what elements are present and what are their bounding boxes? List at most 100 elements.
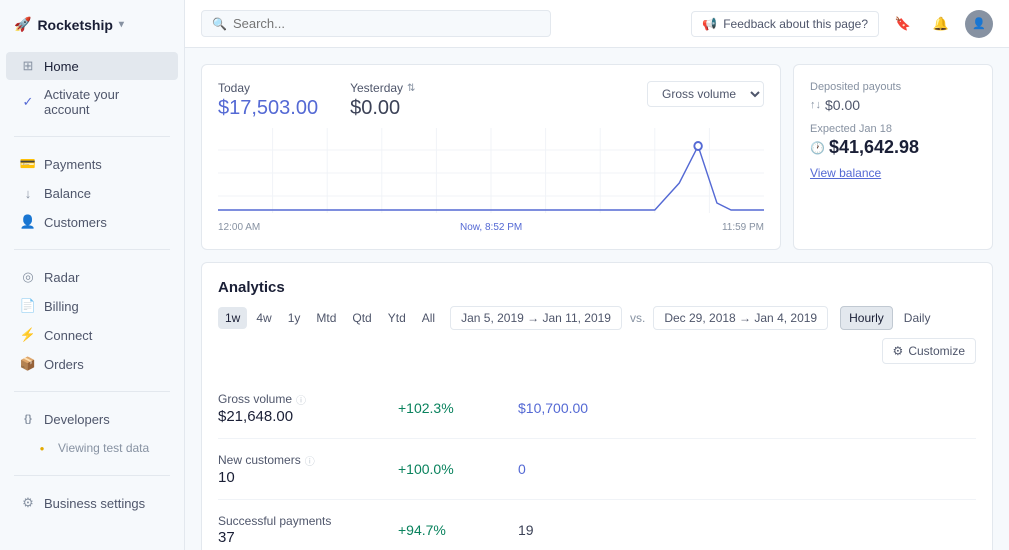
feedback-label: Feedback about this page? [723,17,868,31]
sidebar-label-home: Home [44,59,79,74]
hourly-button[interactable]: Hourly [840,306,893,330]
bookmarks-icon[interactable]: 🔖 [889,10,917,38]
analytics-row: Gross volume ⓘ $21,648.00 +102.3% $10,70… [218,378,976,439]
ar-compare-val-2: 19 [518,522,648,538]
sidebar: 🚀 Rocketship ▾ ⊞ Home ✓ Activate your ac… [0,0,185,550]
clock-icon: 🕐 [810,141,825,155]
balance-icon: ↓ [20,185,36,201]
payout-arrow-icon: ↑↓ [810,99,821,111]
analytics-rows: Gross volume ⓘ $21,648.00 +102.3% $10,70… [218,378,976,550]
ar-name-1: New customers ⓘ [218,453,398,468]
sidebar-item-orders[interactable]: 📦 Orders [6,350,178,378]
sidebar-item-connect[interactable]: ⚡ Connect [6,321,178,349]
search-box[interactable]: 🔍 [201,10,551,37]
header: 🔍 📢 Feedback about this page? 🔖 🔔 👤 [185,0,1009,48]
time-filter-qtd[interactable]: Qtd [345,307,378,329]
avatar[interactable]: 👤 [965,10,993,38]
ar-change-1: +100.0% [398,461,518,477]
sidebar-label-balance: Balance [44,186,91,201]
sidebar-section-dev: {} Developers ● Viewing test data [0,400,184,467]
app-logo[interactable]: 🚀 Rocketship ▾ [0,10,184,47]
ar-change-2: +94.7% [398,522,518,538]
payout-value: ↑↓ $0.00 [810,97,976,113]
ar-value-2: 37 [218,529,398,546]
app-name: Rocketship [37,17,112,33]
ar-compare-1: 0 [518,461,648,477]
sidebar-section-tools: ◎ Radar 📄 Billing ⚡ Connect 📦 Orders [0,258,184,383]
info-icon[interactable]: ⓘ [296,392,306,407]
sidebar-section-payments: 💳 Payments ↓ Balance 👤 Customers [0,145,184,241]
search-input[interactable] [233,16,540,31]
sidebar-item-billing[interactable]: 📄 Billing [6,292,178,320]
view-balance-link[interactable]: View balance [810,166,881,180]
ar-change-val-0: +102.3% [398,400,518,416]
granularity-toggle: Hourly Daily [840,306,939,330]
logo-icon: 🚀 [14,16,31,33]
ar-compare-val-1: 0 [518,461,648,477]
sidebar-section-main: ⊞ Home ✓ Activate your account [0,47,184,128]
analytics-row: Successful payments 37 +94.7% 19 [218,500,976,550]
daily-button[interactable]: Daily [895,306,940,330]
sidebar-item-activate[interactable]: ✓ Activate your account [6,81,178,123]
gross-volume-dropdown[interactable]: Gross volume [647,81,764,107]
customers-icon: 👤 [20,214,36,230]
header-right: 📢 Feedback about this page? 🔖 🔔 👤 [691,10,993,38]
chart-metrics: Today $17,503.00 Yesterday ⇅ $0.00 [218,81,415,120]
time-filters: 1w 4w 1y Mtd Qtd Ytd All [218,307,442,329]
expected-amount: $41,642.98 [829,137,919,158]
compare-range-button[interactable]: Dec 29, 2018 → Jan 4, 2019 [653,306,828,330]
ar-compare-2: 19 [518,522,648,538]
time-filter-1y[interactable]: 1y [281,307,308,329]
sidebar-divider-3 [14,391,170,392]
sidebar-item-payments[interactable]: 💳 Payments [6,150,178,178]
sidebar-item-radar[interactable]: ◎ Radar [6,263,178,291]
analytics-row: New customers ⓘ 10 +100.0% 0 [218,439,976,500]
today-metric: Today $17,503.00 [218,81,318,120]
sidebar-label-test: Viewing test data [58,441,149,455]
sidebar-item-balance[interactable]: ↓ Balance [6,179,178,207]
time-filter-4w[interactable]: 4w [249,307,278,329]
main-content: 🔍 📢 Feedback about this page? 🔖 🔔 👤 [185,0,1009,550]
yesterday-metric: Yesterday ⇅ $0.00 [350,81,415,120]
date-range-button[interactable]: Jan 5, 2019 → Jan 11, 2019 [450,306,622,330]
chart-card: Today $17,503.00 Yesterday ⇅ $0.00 Gr [201,64,781,250]
check-icon: ✓ [20,94,36,110]
ar-chart-0 [648,388,976,428]
avatar-icon: 👤 [972,17,986,30]
yesterday-value: $0.00 [350,97,415,120]
ar-label-1: New customers ⓘ 10 [218,453,398,486]
sidebar-item-business-settings[interactable]: ⚙ Business settings [6,489,178,517]
sidebar-item-home[interactable]: ⊞ Home [6,52,178,80]
sort-icon: ⇅ [407,83,415,94]
ar-name-2: Successful payments [218,514,398,528]
analytics-title: Analytics [218,279,976,296]
time-filter-ytd[interactable]: Ytd [381,307,413,329]
chart-end-time: 11:59 PM [722,222,764,233]
main-chart [218,128,764,218]
feedback-button[interactable]: 📢 Feedback about this page? [691,11,879,37]
developers-icon: {} [20,411,36,427]
sidebar-item-test-data[interactable]: ● Viewing test data [6,434,178,462]
billing-icon: 📄 [20,298,36,314]
today-label: Today [218,81,318,95]
ar-change-val-2: +94.7% [398,522,518,538]
sidebar-item-developers[interactable]: {} Developers [6,405,178,433]
test-dot-icon: ● [34,440,50,456]
payments-icon: 💳 [20,156,36,172]
yesterday-label: Yesterday ⇅ [350,81,415,95]
top-row: Today $17,503.00 Yesterday ⇅ $0.00 Gr [201,64,993,250]
time-filter-1w[interactable]: 1w [218,307,247,329]
chart-header: Today $17,503.00 Yesterday ⇅ $0.00 Gr [218,81,764,120]
sidebar-label-billing: Billing [44,299,79,314]
notifications-icon[interactable]: 🔔 [927,10,955,38]
time-filter-mtd[interactable]: Mtd [309,307,343,329]
customize-button[interactable]: ⚙ Customize [882,338,976,364]
payout-amount: $0.00 [825,97,860,113]
date-range-label: Jan 5, 2019 → Jan 11, 2019 [461,311,611,325]
compare-range-label: Dec 29, 2018 → Jan 4, 2019 [664,311,817,325]
time-filter-all[interactable]: All [415,307,442,329]
ar-value-0: $21,648.00 [218,408,398,425]
sidebar-item-customers[interactable]: 👤 Customers [6,208,178,236]
home-icon: ⊞ [20,58,36,74]
info-icon[interactable]: ⓘ [305,453,315,468]
